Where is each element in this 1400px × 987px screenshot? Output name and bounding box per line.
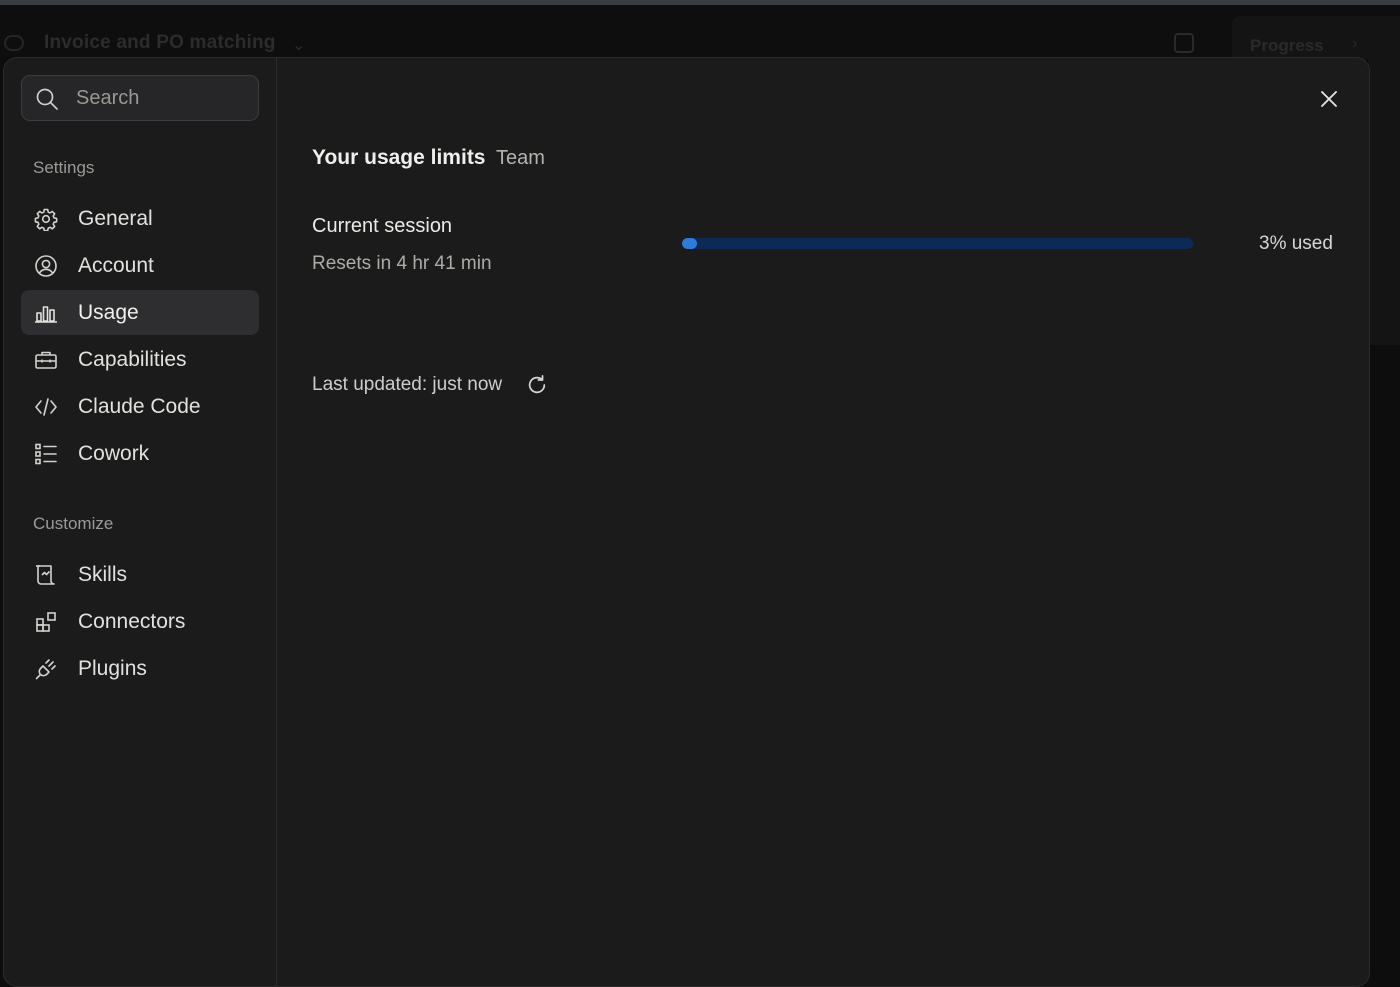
- session-usage-bar: [682, 238, 1193, 249]
- session-label: Current session: [312, 215, 453, 237]
- sidebar-item-skills[interactable]: Skills: [21, 552, 259, 597]
- search-icon: [36, 88, 58, 110]
- plug-icon: [35, 659, 56, 680]
- search-input[interactable]: [76, 76, 251, 120]
- gear-icon: [34, 208, 58, 231]
- refresh-icon[interactable]: [526, 374, 548, 396]
- sidebar-item-plugins[interactable]: Plugins: [21, 646, 259, 691]
- sidebar-item-usage[interactable]: Usage: [21, 290, 259, 335]
- sidebar-item-capabilities[interactable]: Capabilities: [21, 337, 259, 382]
- code-icon: [35, 398, 57, 416]
- background-conversation-title: Invoice and PO matching: [44, 32, 276, 53]
- sidebar-item-label: Account: [78, 254, 154, 277]
- sidebar-item-label: Skills: [78, 563, 128, 586]
- scroll-icon: [36, 565, 55, 585]
- plan-badge: Team: [496, 147, 545, 169]
- sidebar-item-label: Usage: [78, 301, 139, 324]
- settings-modal: Settings General Account Usage: [3, 57, 1370, 987]
- background-progress-panel: Progress ›: [1232, 16, 1400, 60]
- usage-limits-title: Your usage limits: [312, 146, 486, 169]
- background-logo-icon: [4, 35, 24, 51]
- sidebar-item-label: Claude Code: [78, 395, 201, 418]
- blocks-icon: [36, 612, 56, 632]
- background-chevron-right-icon: ›: [1352, 35, 1358, 52]
- settings-section-label: Settings: [33, 158, 95, 177]
- sidebar-item-label: Plugins: [78, 657, 147, 680]
- sidebar-item-label: Cowork: [78, 442, 150, 465]
- session-usage-bar-fill: [682, 238, 698, 249]
- background-header: Invoice and PO matching ⌄: [0, 5, 1400, 57]
- customize-section-label: Customize: [33, 514, 114, 533]
- sidebar-item-label: General: [78, 207, 153, 230]
- last-updated-text: Last updated: just now: [312, 374, 503, 395]
- close-icon[interactable]: [1316, 86, 1342, 112]
- background-progress-label: Progress: [1250, 36, 1324, 55]
- background-panel-icon: [1174, 33, 1194, 53]
- sidebar-item-account[interactable]: Account: [21, 243, 259, 288]
- bar-chart-icon: [35, 306, 57, 323]
- sidebar-item-connectors[interactable]: Connectors: [21, 599, 259, 644]
- settings-sidebar: Settings General Account Usage: [4, 58, 277, 986]
- session-reset-text: Resets in 4 hr 41 min: [312, 253, 492, 274]
- sidebar-item-label: Capabilities: [78, 348, 187, 371]
- sidebar-item-label: Connectors: [78, 610, 186, 633]
- sidebar-item-general[interactable]: General: [21, 196, 259, 241]
- session-usage-percent: 3% used: [1259, 233, 1333, 254]
- background-side-panel: [1368, 57, 1400, 345]
- briefcase-icon: [35, 351, 57, 369]
- background-chevron-down-icon: ⌄: [292, 37, 306, 54]
- sidebar-item-cowork[interactable]: Cowork: [21, 431, 259, 476]
- search-box[interactable]: [21, 75, 259, 121]
- sidebar-item-claude-code[interactable]: Claude Code: [21, 384, 259, 429]
- checklist-icon: [35, 443, 57, 465]
- user-circle-icon: [35, 255, 57, 277]
